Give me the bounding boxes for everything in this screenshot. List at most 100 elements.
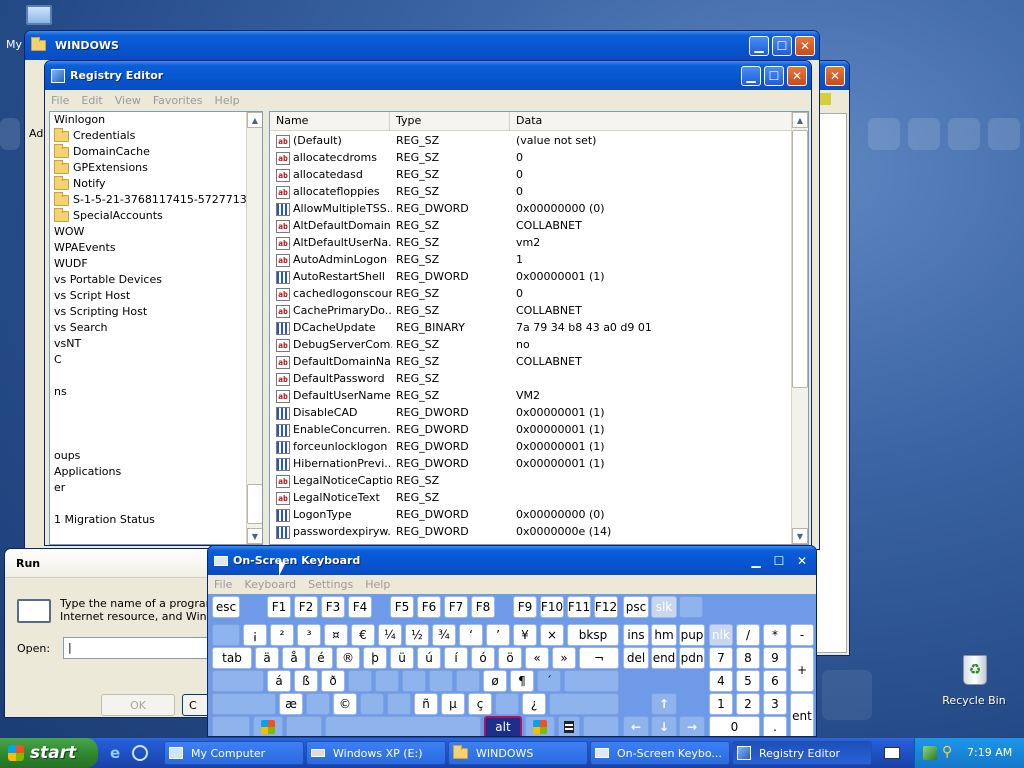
key-r4k5[interactable] <box>387 693 411 715</box>
key-r2k4[interactable]: ® <box>336 647 360 669</box>
key-tab[interactable]: tab <box>212 647 252 669</box>
menu-file[interactable]: File <box>51 94 69 107</box>
key-r4k9[interactable] <box>495 693 519 715</box>
key-n2[interactable]: 2 <box>736 693 760 715</box>
key-r3k9[interactable]: ø <box>483 670 507 692</box>
tree-item[interactable]: SpecialAccounts <box>50 207 246 224</box>
key-r4k1[interactable]: æ <box>279 693 303 715</box>
key-r1k13[interactable]: × <box>540 624 564 646</box>
tree-item[interactable]: Applications <box>50 464 246 480</box>
key-r3k1[interactable]: á <box>267 670 291 692</box>
key-nsub[interactable]: - <box>790 624 814 646</box>
key-ralt[interactable]: alt <box>484 716 522 736</box>
key-r1k10[interactable]: ‘ <box>459 624 483 646</box>
tree-item[interactable]: Winlogon <box>50 112 246 128</box>
value-row[interactable]: ab allocatefloppies REG_SZ 0 <box>272 183 792 200</box>
tree-item[interactable]: S-1-5-21-3768117415-572771320-2 <box>50 191 262 208</box>
value-row[interactable]: ab AltDefaultUserNa... REG_SZ vm2 <box>272 234 792 251</box>
key-r2k6[interactable]: ü <box>390 647 414 669</box>
key-r1k5[interactable]: ¤ <box>324 624 348 646</box>
key-f3[interactable]: F3 <box>321 596 345 618</box>
close-icon[interactable]: ✕ <box>795 36 815 56</box>
menu-edit[interactable]: Edit <box>81 94 102 107</box>
tree-item[interactable]: GPExtensions <box>50 159 246 176</box>
tree-item[interactable]: vs Search <box>50 320 246 336</box>
scroll-up-icon[interactable]: ▲ <box>792 112 808 128</box>
key-r4k10[interactable]: ¿ <box>522 693 546 715</box>
tree-item[interactable]: vsNT <box>50 336 246 352</box>
taskbar-registry-editor[interactable]: Registry Editor <box>732 741 872 765</box>
tree-item[interactable]: 1 Migration Status <box>50 512 246 528</box>
tree-item[interactable]: ns <box>50 384 246 400</box>
key-right[interactable]: → <box>679 716 705 736</box>
value-row[interactable]: ab allocatecdroms REG_SZ 0 <box>272 149 792 166</box>
minimize-icon[interactable]: ▁ <box>749 36 769 56</box>
maximize-icon[interactable]: ☐ <box>769 551 789 571</box>
tree-item[interactable]: vs Script Host <box>50 288 246 304</box>
key-ndot[interactable]: . <box>763 716 787 736</box>
value-row[interactable]: ab DebugServerCom... REG_SZ no <box>272 336 792 353</box>
key-caps[interactable] <box>212 670 264 692</box>
value-row[interactable]: ab DefaultUserName REG_SZ VM2 <box>272 387 792 404</box>
key-bksp[interactable]: bksp <box>567 624 619 646</box>
key-r2k10[interactable]: ö <box>498 647 522 669</box>
key-pdn[interactable]: pdn <box>679 647 705 669</box>
menu-keyboard[interactable]: Keyboard <box>244 578 296 591</box>
menu-file[interactable]: File <box>214 578 232 591</box>
column-data[interactable]: Data <box>510 112 792 130</box>
taskbar-my-computer[interactable]: My Computer <box>164 741 304 765</box>
key-ent[interactable] <box>564 670 619 692</box>
key-r1k9[interactable]: ¾ <box>432 624 456 646</box>
tree-item[interactable]: WOW <box>50 224 246 240</box>
menu-help[interactable]: Help <box>215 94 240 107</box>
tree-item[interactable]: Notify <box>50 175 246 192</box>
key-down[interactable]: ↓ <box>651 716 677 736</box>
key-n7[interactable]: 7 <box>709 647 733 669</box>
tree-item[interactable]: vs Portable Devices <box>50 272 246 288</box>
tree-item[interactable]: WPAEvents <box>50 240 246 256</box>
key-r2k3[interactable]: é <box>309 647 333 669</box>
key-r2k1[interactable]: ä <box>255 647 279 669</box>
key-f5[interactable]: F5 <box>390 596 414 618</box>
key-r2k11[interactable]: « <box>525 647 549 669</box>
key-r3k5[interactable] <box>375 670 399 692</box>
keyboard-language-icon[interactable] <box>884 747 900 759</box>
menu-favorites[interactable]: Favorites <box>153 94 203 107</box>
scroll-thumb[interactable] <box>247 484 262 524</box>
key-f12[interactable]: F12 <box>594 596 618 618</box>
key-r2k2[interactable]: å <box>282 647 306 669</box>
value-row[interactable]: EnableConcurren... REG_DWORD 0x00000001 (1… <box>272 421 792 438</box>
value-row[interactable]: ab AltDefaultDomain... REG_SZ COLLABNET <box>272 217 792 234</box>
scroll-up-icon[interactable]: ▲ <box>247 112 262 128</box>
key-n5[interactable]: 5 <box>736 670 760 692</box>
maximize-icon[interactable]: ☐ <box>764 66 784 86</box>
key-r3k8[interactable] <box>456 670 480 692</box>
tree-item[interactable] <box>50 432 246 448</box>
key-f9[interactable]: F9 <box>513 596 537 618</box>
ok-button[interactable]: OK <box>101 694 175 716</box>
value-row[interactable]: ab LegalNoticeCaption REG_SZ <box>272 472 792 489</box>
key-r3k7[interactable] <box>429 670 453 692</box>
key-r2k5[interactable]: þ <box>363 647 387 669</box>
value-row[interactable]: forceunlocklogon REG_DWORD 0x00000001 (1) <box>272 438 792 455</box>
key-r4k6[interactable]: ñ <box>414 693 438 715</box>
key-rwin[interactable] <box>525 716 555 736</box>
key-r3k2[interactable]: ß <box>294 670 318 692</box>
key-rshift[interactable] <box>549 693 619 715</box>
key-n0[interactable]: 0 <box>709 716 760 736</box>
taskbar-windows-folder[interactable]: WINDOWS <box>448 741 588 765</box>
key-r1k6[interactable]: € <box>351 624 375 646</box>
key-nlk[interactable]: nlk <box>709 624 733 646</box>
maximize-icon[interactable]: ☐ <box>772 36 792 56</box>
tree-item[interactable]: oups <box>50 448 246 464</box>
open-input[interactable]: | <box>63 637 217 659</box>
key-end[interactable]: end <box>651 647 677 669</box>
value-row[interactable]: passwordexpiryw... REG_DWORD 0x0000000e (1… <box>272 523 792 540</box>
value-row[interactable]: ab allocatedasd REG_SZ 0 <box>272 166 792 183</box>
minimize-icon[interactable]: ▁ <box>746 551 766 571</box>
key-r3k10[interactable]: ¶ <box>510 670 534 692</box>
explorer-quicklaunch-icon[interactable] <box>132 745 148 761</box>
key-psc[interactable]: psc <box>623 596 649 618</box>
key-nadd[interactable]: + <box>790 647 814 692</box>
network-icon[interactable] <box>923 746 937 760</box>
